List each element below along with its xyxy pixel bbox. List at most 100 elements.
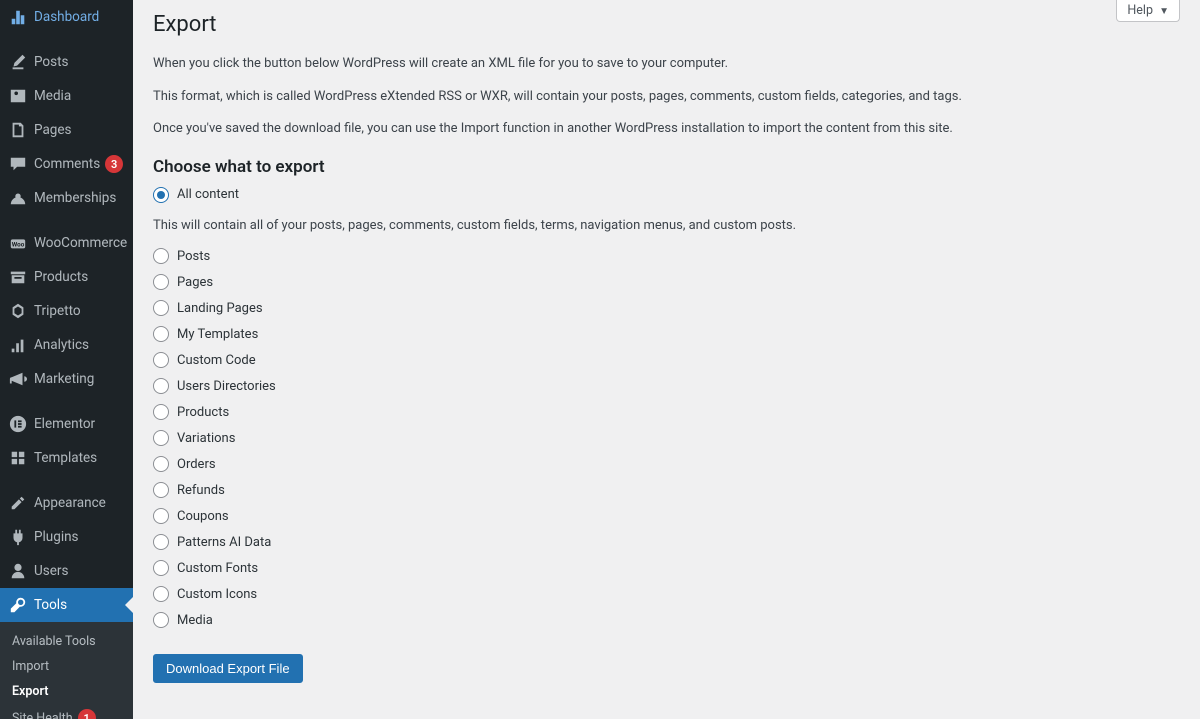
radio-label-custom-code: Custom Code	[177, 353, 256, 368]
sidebar-item-plugins[interactable]: Plugins	[0, 520, 133, 554]
users-icon	[8, 561, 28, 581]
marketing-icon	[8, 369, 28, 389]
memberships-icon	[8, 188, 28, 208]
analytics-icon	[8, 335, 28, 355]
submenu-item-site-health[interactable]: Site Health1	[0, 704, 133, 719]
sidebar-item-label: Appearance	[34, 495, 106, 511]
sidebar-item-memberships[interactable]: Memberships	[0, 181, 133, 215]
export-option-pages[interactable]: Pages	[153, 274, 1180, 290]
radio-label-custom-icons: Custom Icons	[177, 587, 257, 602]
menu-separator	[0, 399, 133, 404]
badge: 3	[105, 155, 123, 173]
sidebar-item-analytics[interactable]: Analytics	[0, 328, 133, 362]
sidebar-item-dashboard[interactable]: Dashboard	[0, 0, 133, 34]
radio-orders[interactable]	[153, 456, 169, 472]
chevron-down-icon: ▼	[1159, 6, 1169, 17]
export-option-products[interactable]: Products	[153, 404, 1180, 420]
download-export-button[interactable]: Download Export File	[153, 654, 303, 683]
submenu-item-export[interactable]: Export	[0, 679, 133, 704]
main-content: Help ▼ Export When you click the button …	[133, 0, 1200, 719]
sidebar-item-posts[interactable]: Posts	[0, 45, 133, 79]
export-option-patterns-ai-data[interactable]: Patterns AI Data	[153, 534, 1180, 550]
sidebar-item-label: Media	[34, 88, 71, 104]
export-option-coupons[interactable]: Coupons	[153, 508, 1180, 524]
submenu-item-available-tools[interactable]: Available Tools	[0, 629, 133, 654]
products-icon	[8, 267, 28, 287]
radio-label-custom-fonts: Custom Fonts	[177, 561, 258, 576]
radio-patterns-ai-data[interactable]	[153, 534, 169, 550]
plugins-icon	[8, 527, 28, 547]
radio-refunds[interactable]	[153, 482, 169, 498]
appearance-icon	[8, 493, 28, 513]
pages-icon	[8, 120, 28, 140]
woocommerce-icon: Woo	[8, 233, 28, 253]
radio-landing-pages[interactable]	[153, 300, 169, 316]
submenu-item-label: Export	[12, 684, 48, 699]
sidebar-item-woocommerce[interactable]: WooWooCommerce	[0, 226, 133, 260]
sidebar-item-label: Posts	[34, 54, 68, 70]
radio-label-my-templates: My Templates	[177, 327, 258, 342]
sidebar-item-appearance[interactable]: Appearance	[0, 486, 133, 520]
radio-label-patterns-ai-data: Patterns AI Data	[177, 535, 271, 550]
export-option-posts[interactable]: Posts	[153, 248, 1180, 264]
export-option-custom-icons[interactable]: Custom Icons	[153, 586, 1180, 602]
sidebar-item-label: Elementor	[34, 416, 95, 432]
submenu-item-import[interactable]: Import	[0, 654, 133, 679]
sidebar-item-label: Dashboard	[34, 9, 99, 25]
radio-my-templates[interactable]	[153, 326, 169, 342]
help-tab[interactable]: Help ▼	[1116, 0, 1180, 22]
radio-posts[interactable]	[153, 248, 169, 264]
export-option-my-templates[interactable]: My Templates	[153, 326, 1180, 342]
export-option-landing-pages[interactable]: Landing Pages	[153, 300, 1180, 316]
radio-coupons[interactable]	[153, 508, 169, 524]
export-option-variations[interactable]: Variations	[153, 430, 1180, 446]
sidebar-item-tools[interactable]: Tools	[0, 588, 133, 622]
sidebar-item-label: Plugins	[34, 529, 79, 545]
radio-label-users-directories: Users Directories	[177, 379, 276, 394]
elementor-icon	[8, 414, 28, 434]
sidebar-item-products[interactable]: Products	[0, 260, 133, 294]
sidebar-item-comments[interactable]: Comments3	[0, 147, 133, 181]
sidebar-item-label: Tools	[34, 597, 67, 613]
sidebar-item-users[interactable]: Users	[0, 554, 133, 588]
templates-icon	[8, 448, 28, 468]
radio-pages[interactable]	[153, 274, 169, 290]
sidebar-item-label: Tripetto	[34, 303, 81, 319]
radio-media[interactable]	[153, 612, 169, 628]
radio-custom-icons[interactable]	[153, 586, 169, 602]
sidebar-item-pages[interactable]: Pages	[0, 113, 133, 147]
sidebar-item-label: Products	[34, 269, 88, 285]
sidebar-item-elementor[interactable]: Elementor	[0, 407, 133, 441]
all-content-description: This will contain all of your posts, pag…	[153, 216, 1180, 236]
intro-text-2: This format, which is called WordPress e…	[153, 87, 1180, 107]
submenu-item-label: Available Tools	[12, 634, 96, 649]
radio-custom-fonts[interactable]	[153, 560, 169, 576]
export-option-all-content[interactable]: All content	[153, 187, 1180, 203]
sidebar-item-label: Templates	[34, 450, 97, 466]
export-option-custom-fonts[interactable]: Custom Fonts	[153, 560, 1180, 576]
intro-text-3: Once you've saved the download file, you…	[153, 119, 1180, 139]
sidebar-item-marketing[interactable]: Marketing	[0, 362, 133, 396]
radio-label-pages: Pages	[177, 275, 213, 290]
radio-users-directories[interactable]	[153, 378, 169, 394]
export-option-users-directories[interactable]: Users Directories	[153, 378, 1180, 394]
export-option-orders[interactable]: Orders	[153, 456, 1180, 472]
export-option-media[interactable]: Media	[153, 612, 1180, 628]
tools-icon	[8, 595, 28, 615]
svg-text:Woo: Woo	[12, 241, 25, 249]
sidebar-item-templates[interactable]: Templates	[0, 441, 133, 475]
sidebar-item-tripetto[interactable]: Tripetto	[0, 294, 133, 328]
menu-separator	[0, 478, 133, 483]
admin-sidebar: Dashboard Posts Media PagesComments3Members…	[0, 0, 133, 719]
posts-icon	[8, 52, 28, 72]
radio-variations[interactable]	[153, 430, 169, 446]
submenu-tools: Available ToolsImportExportSite Health1E…	[0, 622, 133, 719]
sidebar-item-media[interactable]: Media	[0, 79, 133, 113]
radio-custom-code[interactable]	[153, 352, 169, 368]
radio-products[interactable]	[153, 404, 169, 420]
badge: 1	[78, 709, 96, 719]
export-option-refunds[interactable]: Refunds	[153, 482, 1180, 498]
radio-all-content[interactable]	[153, 187, 169, 203]
menu-separator	[0, 37, 133, 42]
export-option-custom-code[interactable]: Custom Code	[153, 352, 1180, 368]
